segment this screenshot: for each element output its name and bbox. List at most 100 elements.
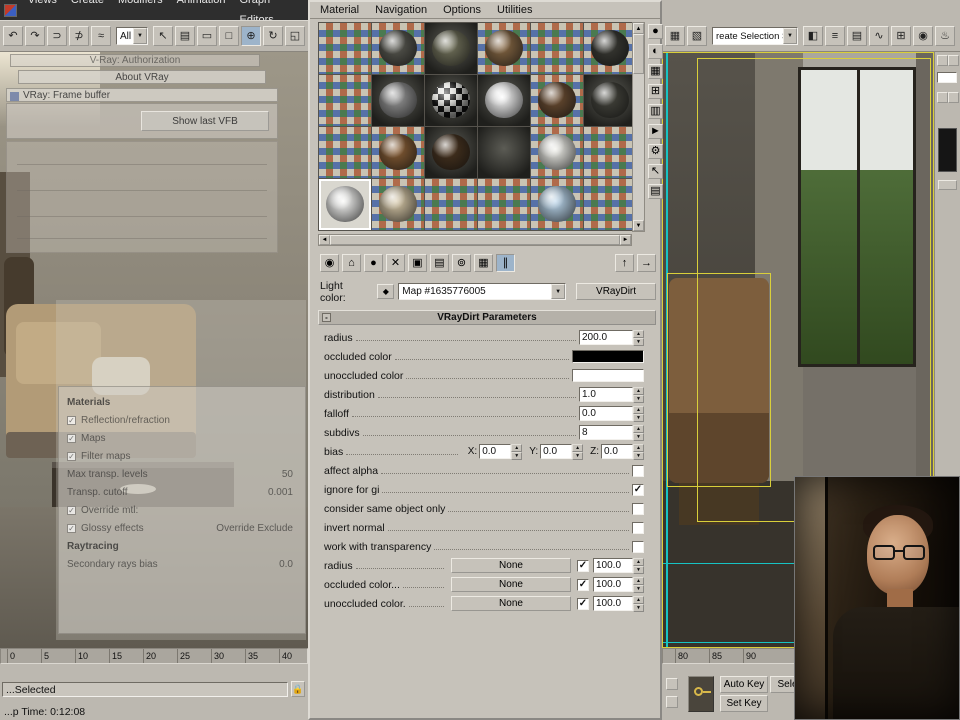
material-editor-button[interactable]: ◉	[913, 26, 933, 46]
sample-uv-tiling-button[interactable]: ⊞	[648, 84, 663, 99]
make-preview-button[interactable]: ►	[648, 124, 663, 139]
spinner-up-icon[interactable]: ▲	[633, 444, 644, 452]
named-selection-button[interactable]: ▦	[665, 26, 685, 46]
schematic-view-button[interactable]: ⊞	[891, 26, 911, 46]
material-slot-23[interactable]	[531, 179, 583, 230]
show-last-vfb-button[interactable]: Show last VFB	[141, 111, 269, 131]
spinner-arrows[interactable]: ▲▼	[633, 596, 644, 611]
spinner-arrows[interactable]: ▲▼	[633, 425, 644, 440]
status-toggle-icon[interactable]	[666, 678, 678, 690]
material-slot-21[interactable]	[425, 179, 477, 230]
material-slot-20[interactable]	[372, 179, 424, 230]
color-swatch[interactable]	[572, 369, 644, 382]
spinner-up-icon[interactable]: ▲	[633, 406, 644, 414]
spinner-up-icon[interactable]: ▲	[633, 330, 644, 338]
material-slot-8[interactable]	[372, 75, 424, 126]
spinner-down-icon[interactable]: ▼	[572, 452, 583, 460]
get-material-button[interactable]: ◉	[320, 254, 339, 272]
spinner-up-icon[interactable]: ▲	[633, 577, 644, 585]
scroll-up-icon[interactable]: ▲	[633, 23, 644, 34]
command-panel-field[interactable]	[937, 72, 957, 83]
material-editor-menu-material[interactable]: Material	[312, 2, 367, 18]
status-toggle-icon[interactable]	[666, 696, 678, 708]
scroll-down-icon[interactable]: ▼	[633, 220, 644, 231]
layer-manager-button[interactable]: ▤	[847, 26, 867, 46]
spinner-down-icon[interactable]: ▼	[633, 338, 644, 346]
unlink-selection-button[interactable]: ⊅	[69, 26, 89, 46]
spinner-up-icon[interactable]: ▲	[633, 425, 644, 433]
param-value-field[interactable]: 0.0	[479, 444, 511, 459]
key-mode-toggle-button[interactable]	[688, 676, 714, 712]
material-slot-18[interactable]	[584, 127, 636, 178]
spinner-arrows[interactable]: ▲▼	[633, 387, 644, 402]
backlight-button[interactable]: ◐	[648, 44, 663, 59]
chevron-down-icon[interactable]: ▼	[783, 28, 797, 44]
select-by-material-button[interactable]: ↖	[648, 164, 663, 179]
param-value-field[interactable]: 8	[579, 425, 633, 440]
material-slot-13[interactable]	[319, 127, 371, 178]
spinner-arrows[interactable]: ▲▼	[633, 444, 644, 459]
select-by-name-button[interactable]: ▤	[175, 26, 195, 46]
chevron-down-icon[interactable]: ▼	[133, 28, 147, 44]
command-panel-button[interactable]	[938, 180, 957, 190]
selection-lock-icon[interactable]: 🔒	[291, 681, 305, 697]
show-end-result-button[interactable]: ∥	[496, 254, 515, 272]
spinner-down-icon[interactable]: ▼	[633, 604, 644, 612]
checkbox[interactable]	[632, 541, 644, 553]
spinner-up-icon[interactable]: ▲	[633, 596, 644, 604]
named-selection-set-dropdown[interactable]: reate Selection Set ▼	[712, 27, 798, 45]
material-editor-menu-utilities[interactable]: Utilities	[489, 2, 540, 18]
material-slot-22[interactable]	[478, 179, 530, 230]
checkbox[interactable]	[632, 465, 644, 477]
ghost-checkbox[interactable]: ✓	[67, 416, 76, 425]
spinner-up-icon[interactable]: ▲	[511, 444, 522, 452]
material-map-navigator-button[interactable]: ▤	[648, 184, 663, 199]
mirror-button[interactable]: ◧	[803, 26, 823, 46]
rectangular-selection-button[interactable]: ▭	[197, 26, 217, 46]
put-to-library-button[interactable]: ▤	[430, 254, 449, 272]
assign-to-selection-button[interactable]: ●	[364, 254, 383, 272]
spinner-down-icon[interactable]: ▼	[633, 585, 644, 593]
scroll-left-icon[interactable]: ◄	[319, 235, 330, 245]
param-value-field[interactable]: 0.0	[540, 444, 572, 459]
material-slot-2[interactable]	[372, 23, 424, 74]
window-crossing-button[interactable]: □	[219, 26, 239, 46]
ghost-checkbox[interactable]: ✓	[67, 434, 76, 443]
ghost-checkbox[interactable]: ✓	[67, 506, 76, 515]
material-slot-1[interactable]	[319, 23, 371, 74]
material-slot-11[interactable]	[531, 75, 583, 126]
scrollbar-thumb[interactable]	[330, 235, 620, 245]
checkbox[interactable]	[632, 522, 644, 534]
material-slot-6[interactable]	[584, 23, 636, 74]
spinner-down-icon[interactable]: ▼	[633, 566, 644, 574]
curve-editor-button[interactable]: ∿	[869, 26, 889, 46]
checkbox[interactable]: ✓	[632, 484, 644, 496]
command-panel-button[interactable]	[948, 92, 959, 103]
go-forward-button[interactable]: →	[637, 254, 656, 272]
command-panel-swatch[interactable]	[938, 128, 957, 172]
show-map-in-viewport-button[interactable]: ▦	[474, 254, 493, 272]
material-name-dropdown[interactable]: Map #1635776005 ▼	[398, 283, 566, 300]
select-and-scale-button[interactable]: ◱	[285, 26, 305, 46]
color-swatch[interactable]	[572, 350, 644, 363]
select-and-rotate-button[interactable]: ↻	[263, 26, 283, 46]
material-slot-4[interactable]	[478, 23, 530, 74]
material-editor-menu-navigation[interactable]: Navigation	[367, 2, 435, 18]
material-slot-5[interactable]	[531, 23, 583, 74]
track-bar[interactable]: 0510152025303540	[0, 648, 308, 664]
selection-filter-dropdown[interactable]: All ▼	[116, 27, 148, 45]
spinner-down-icon[interactable]: ▼	[633, 452, 644, 460]
edit-named-selections-button[interactable]: ▧	[687, 26, 707, 46]
param-value-field[interactable]: 0.0	[579, 406, 633, 421]
undo-button[interactable]: ↶	[3, 26, 23, 46]
command-panel-tab-icon[interactable]	[948, 55, 959, 66]
material-slot-3[interactable]	[425, 23, 477, 74]
spinner-arrows[interactable]: ▲▼	[511, 444, 522, 459]
material-slot-10[interactable]	[478, 75, 530, 126]
select-object-button[interactable]: ↖	[153, 26, 173, 46]
material-slot-19[interactable]	[319, 179, 371, 230]
spinner-arrows[interactable]: ▲▼	[572, 444, 583, 459]
select-and-link-button[interactable]: ⊃	[47, 26, 67, 46]
param-value-field[interactable]: 100.0	[593, 558, 633, 573]
rollout-collapse-icon[interactable]: -	[322, 313, 331, 322]
